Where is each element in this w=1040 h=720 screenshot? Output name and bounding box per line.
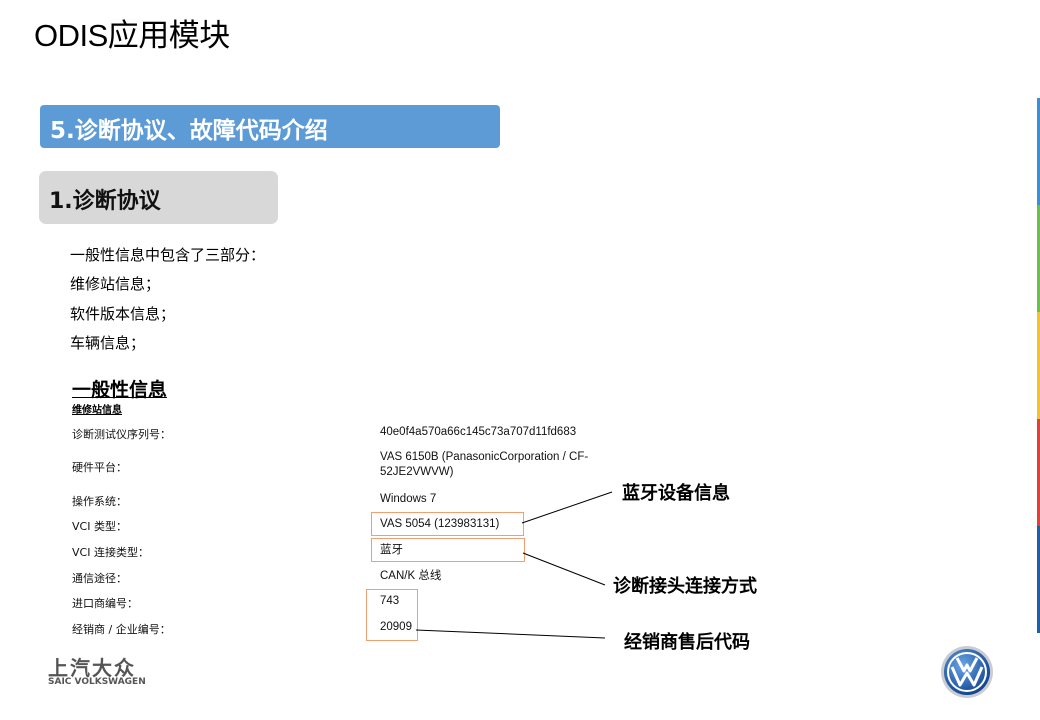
- callout-dealer-code: 经销商售后代码: [624, 632, 750, 653]
- callout-bluetooth-device: 蓝牙设备信息: [622, 483, 730, 504]
- callout-line-bluetooth: [521, 491, 613, 524]
- vw-logo-icon: [941, 646, 993, 698]
- brand-name-en: SAIC VOLKSWAGEN: [48, 677, 146, 687]
- callout-lines: [415, 491, 613, 639]
- callout-line-dealer: [415, 629, 606, 639]
- callout-connection-method: 诊断接头连接方式: [613, 576, 757, 597]
- callout-line-connection: [522, 552, 606, 586]
